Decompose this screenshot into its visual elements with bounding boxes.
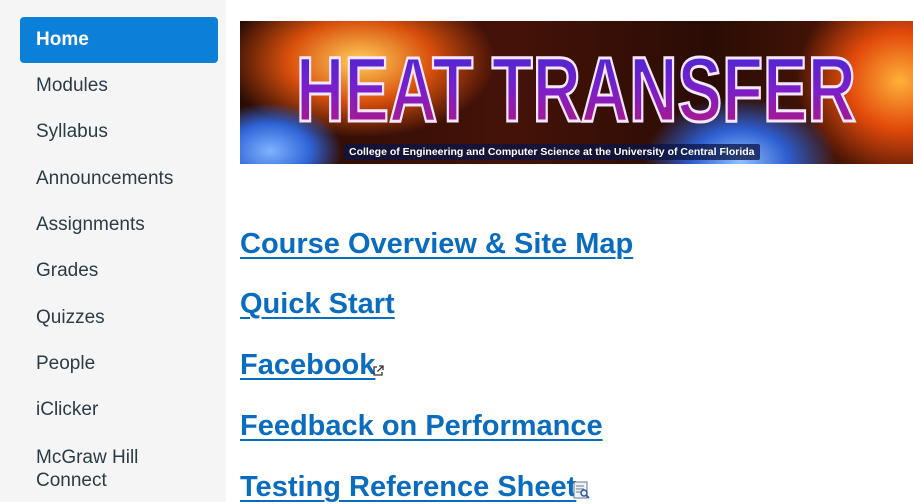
facebook-link[interactable]: Facebook (240, 349, 375, 382)
nav-item-grades[interactable]: Grades (20, 248, 218, 294)
nav-item-label: Modules (36, 75, 108, 96)
nav-item-label: Assignments (36, 214, 145, 235)
course-overview-link[interactable]: Course Overview & Site Map (240, 228, 633, 261)
nav-item-label: Grades (36, 260, 99, 281)
banner-title: HEAT TRANSFER (296, 39, 856, 141)
nav-item-label: Syllabus (36, 121, 108, 142)
nav-item-label: Announcements (36, 168, 174, 189)
feedback-on-performance-link[interactable]: Feedback on Performance (240, 410, 603, 443)
course-navigation: Home Modules Syllabus Announcements Assi… (0, 0, 226, 502)
document-preview-icon[interactable] (572, 481, 592, 504)
nav-item-label: People (36, 353, 96, 374)
nav-item-mcgraw-hill-connect[interactable]: McGraw Hill Connect (20, 446, 218, 502)
nav-item-announcements[interactable]: Announcements (20, 156, 218, 202)
nav-item-label: McGraw Hill Connect (36, 447, 139, 491)
quick-start-link[interactable]: Quick Start (240, 288, 395, 321)
nav-item-quizzes[interactable]: Quizzes (20, 295, 218, 341)
nav-item-home[interactable]: Home (20, 17, 218, 63)
testing-reference-sheet-link[interactable]: Testing Reference Sheet (240, 471, 576, 504)
banner-title-graphic: HEAT TRANSFER (295, 38, 858, 143)
nav-item-label: Home (36, 29, 89, 50)
nav-item-syllabus[interactable]: Syllabus (20, 109, 218, 155)
nav-item-iclicker[interactable]: iClicker (20, 387, 218, 433)
nav-item-label: Quizzes (36, 307, 105, 328)
course-banner: HEAT TRANSFER College of Engineering and… (240, 21, 913, 164)
nav-item-modules[interactable]: Modules (20, 63, 218, 109)
banner-subtitle: College of Engineering and Computer Scie… (344, 144, 760, 160)
nav-item-label: iClicker (36, 399, 99, 420)
external-link-icon (372, 364, 384, 382)
nav-item-people[interactable]: People (20, 341, 218, 387)
nav-item-assignments[interactable]: Assignments (20, 202, 218, 248)
